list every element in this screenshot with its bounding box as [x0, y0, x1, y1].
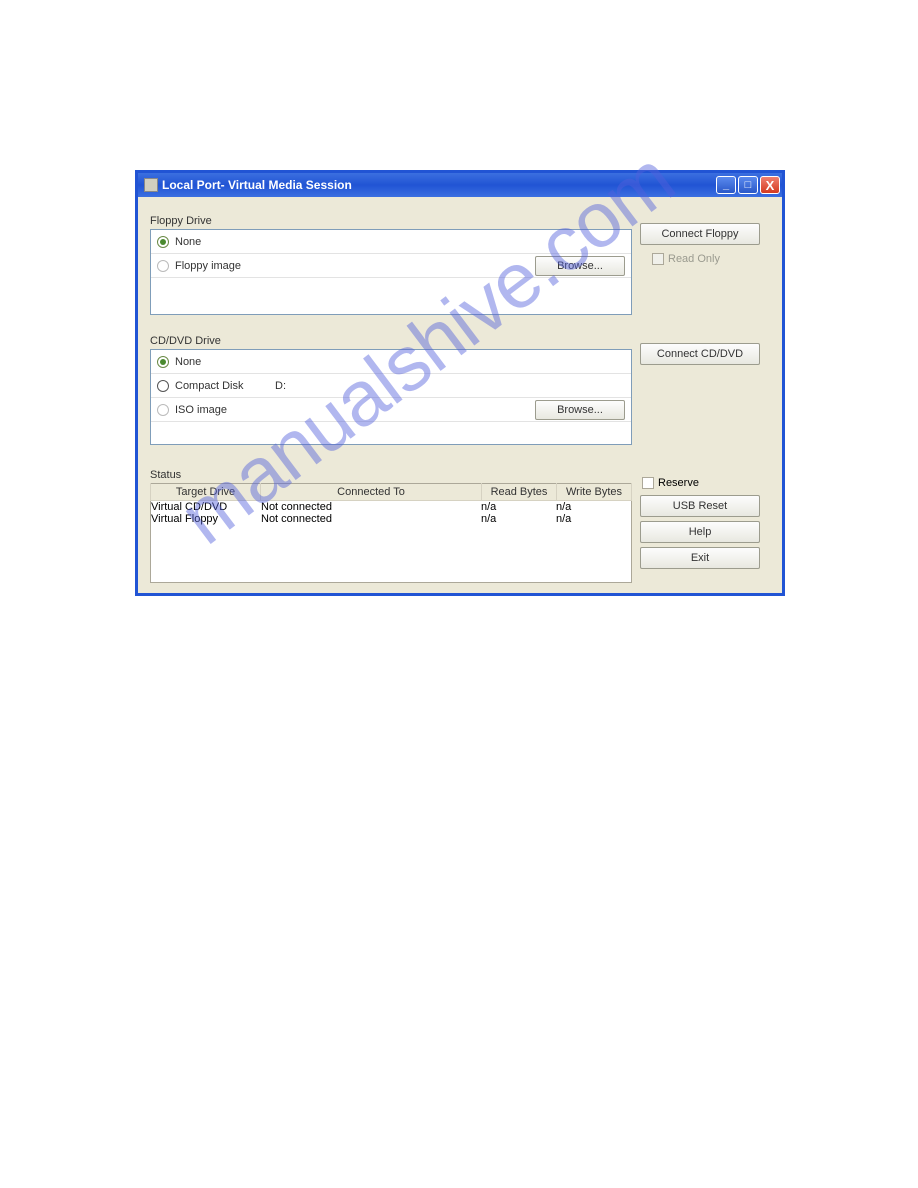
- reserve-checkbox-wrap[interactable]: Reserve: [642, 477, 770, 489]
- window-title: Local Port- Virtual Media Session: [162, 178, 714, 192]
- readonly-checkbox: [652, 253, 664, 265]
- titlebar[interactable]: Local Port- Virtual Media Session _ □ X: [138, 173, 782, 197]
- radio-unselected-icon[interactable]: [157, 380, 169, 392]
- cddvd-iso-label: ISO image: [175, 404, 535, 416]
- readonly-label: Read Only: [668, 253, 720, 265]
- table-row[interactable]: Virtual Floppy Not connected n/a n/a: [151, 513, 631, 525]
- cddvd-none-row[interactable]: None: [151, 350, 631, 374]
- floppy-none-label: None: [175, 236, 625, 248]
- minimize-button[interactable]: _: [716, 176, 736, 194]
- col-connected-to[interactable]: Connected To: [261, 484, 482, 501]
- window-content: Floppy Drive None Floppy image Browse...: [138, 197, 782, 593]
- radio-selected-icon[interactable]: [157, 356, 169, 368]
- radio-selected-icon[interactable]: [157, 236, 169, 248]
- floppy-image-label: Floppy image: [175, 260, 535, 272]
- cddvd-section-label: CD/DVD Drive: [150, 335, 632, 347]
- cddvd-browse-button[interactable]: Browse...: [535, 400, 625, 420]
- status-table: Target Drive Connected To Read Bytes Wri…: [150, 483, 632, 501]
- cddvd-none-label: None: [175, 356, 625, 368]
- status-section-label: Status: [150, 469, 632, 481]
- reserve-label: Reserve: [658, 477, 699, 489]
- col-target-drive[interactable]: Target Drive: [151, 484, 261, 501]
- floppy-list: None Floppy image Browse...: [150, 229, 632, 315]
- cddvd-compact-drive: D:: [275, 380, 385, 392]
- dialog-window: Local Port- Virtual Media Session _ □ X …: [135, 170, 785, 596]
- cell-write: n/a: [556, 501, 631, 513]
- cell-target: Virtual Floppy: [151, 513, 261, 525]
- cell-write: n/a: [556, 513, 631, 525]
- cddvd-list: None Compact Disk D: ISO image Browse...: [150, 349, 632, 445]
- connect-floppy-button[interactable]: Connect Floppy: [640, 223, 760, 245]
- radio-unselected-icon[interactable]: [157, 260, 169, 272]
- help-button[interactable]: Help: [640, 521, 760, 543]
- cell-connected: Not connected: [261, 513, 481, 525]
- cddvd-empty-area: [151, 422, 631, 444]
- floppy-section-label: Floppy Drive: [150, 215, 632, 227]
- floppy-browse-button[interactable]: Browse...: [535, 256, 625, 276]
- readonly-checkbox-wrap: Read Only: [652, 253, 770, 265]
- floppy-image-row[interactable]: Floppy image Browse...: [151, 254, 631, 278]
- cddvd-compact-row[interactable]: Compact Disk D:: [151, 374, 631, 398]
- close-button[interactable]: X: [760, 176, 780, 194]
- col-read-bytes[interactable]: Read Bytes: [482, 484, 557, 501]
- exit-button[interactable]: Exit: [640, 547, 760, 569]
- usb-reset-button[interactable]: USB Reset: [640, 495, 760, 517]
- cell-connected: Not connected: [261, 501, 481, 513]
- cell-target: Virtual CD/DVD: [151, 501, 261, 513]
- status-body: Virtual CD/DVD Not connected n/a n/a Vir…: [150, 501, 632, 583]
- radio-unselected-icon[interactable]: [157, 404, 169, 416]
- cddvd-compact-label: Compact Disk: [175, 380, 275, 392]
- col-write-bytes[interactable]: Write Bytes: [557, 484, 632, 501]
- reserve-checkbox[interactable]: [642, 477, 654, 489]
- cell-read: n/a: [481, 513, 556, 525]
- cell-read: n/a: [481, 501, 556, 513]
- app-icon: [144, 178, 158, 192]
- floppy-empty-area: [151, 278, 631, 314]
- cddvd-iso-row[interactable]: ISO image Browse...: [151, 398, 631, 422]
- floppy-none-row[interactable]: None: [151, 230, 631, 254]
- table-row[interactable]: Virtual CD/DVD Not connected n/a n/a: [151, 501, 631, 513]
- maximize-button[interactable]: □: [738, 176, 758, 194]
- connect-cddvd-button[interactable]: Connect CD/DVD: [640, 343, 760, 365]
